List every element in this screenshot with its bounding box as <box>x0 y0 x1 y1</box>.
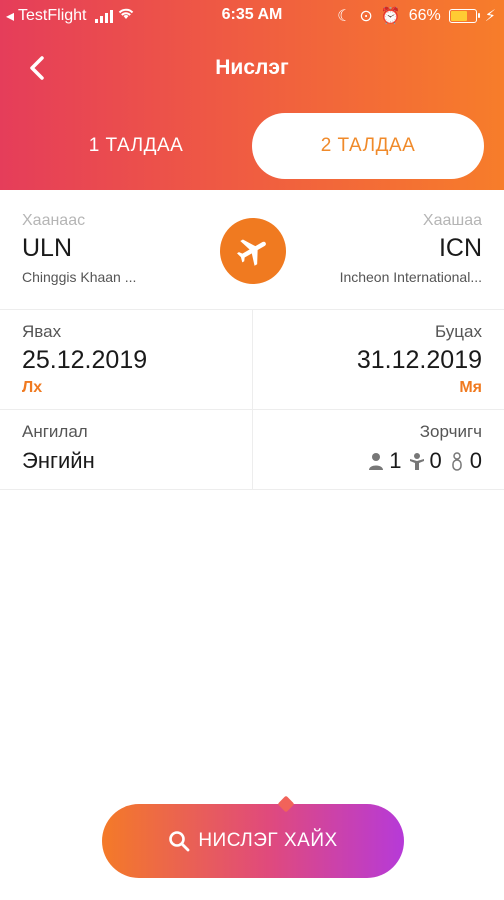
header: ◂ TestFlight 6:35 AM ☾ ⊙ ⏰ 66% ⚡ Нислэг … <box>0 0 504 190</box>
origin-code: ULN <box>22 234 73 262</box>
status-right: ☾ ⊙ ⏰ 66% ⚡ <box>337 6 496 26</box>
page-title: Нислэг <box>215 56 289 79</box>
destination-label: Хаашаа <box>422 212 482 229</box>
swap-route-button[interactable] <box>220 218 286 284</box>
adult-icon <box>369 453 384 470</box>
class-value: Энгийн <box>22 448 95 473</box>
moon-icon: ☾ <box>337 8 352 25</box>
class-selector[interactable]: Ангилал Энгийн <box>22 422 95 474</box>
passenger-label: Зорчигч <box>419 422 482 441</box>
rotation-lock-icon: ⊙ <box>359 8 373 25</box>
adult-count: 1 <box>367 448 402 474</box>
alarm-icon: ⏰ <box>380 8 401 25</box>
route-section: Хаанаас ULN Chinggis Khaan ... Хаашаа IC… <box>0 190 504 310</box>
depart-label: Явах <box>22 322 62 341</box>
adult-count-value: 1 <box>389 448 402 473</box>
return-day: Мя <box>459 379 482 396</box>
origin-airport: Chinggis Khaan ... <box>22 269 137 285</box>
child-icon <box>409 453 424 470</box>
status-bar: ◂ TestFlight 6:35 AM ☾ ⊙ ⏰ 66% ⚡ <box>0 0 504 32</box>
infant-icon <box>452 452 462 471</box>
destination-code: ICN <box>438 234 482 262</box>
class-passenger-section: Ангилал Энгийн Зорчигч 1 0 0 <box>0 410 504 490</box>
tab-one-way[interactable]: 1 ТАЛДАА <box>20 113 252 179</box>
destination-airport: Incheon International... <box>339 269 482 285</box>
return-date: 31.12.2019 <box>356 346 482 374</box>
class-label: Ангилал <box>22 422 88 441</box>
return-date-selector[interactable]: Буцах 31.12.2019 Мя <box>357 322 482 397</box>
passenger-selector[interactable]: Зорчигч 1 0 0 <box>367 422 482 474</box>
trip-type-tabs: 1 ТАЛДАА 2 ТАЛДАА <box>0 113 504 179</box>
search-flights-label: НИСЛЭГ ХАЙХ <box>198 830 338 851</box>
return-label: Буцах <box>435 322 482 341</box>
origin-selector[interactable]: Хаанаас ULN Chinggis Khaan ... <box>22 212 136 285</box>
child-count-value: 0 <box>429 448 442 473</box>
origin-label: Хаанаас <box>22 212 86 229</box>
depart-date-selector[interactable]: Явах 25.12.2019 Лх <box>22 322 147 397</box>
tab-round-trip[interactable]: 2 ТАЛДАА <box>252 113 484 179</box>
depart-date: 25.12.2019 <box>22 346 148 374</box>
battery-percent: 66% <box>408 7 441 24</box>
search-flights-button[interactable]: НИСЛЭГ ХАЙХ <box>102 804 404 878</box>
battery-icon <box>448 9 480 23</box>
divider <box>252 410 253 489</box>
child-count: 0 <box>408 448 442 474</box>
divider <box>252 310 253 409</box>
charging-icon: ⚡ <box>484 8 496 25</box>
search-icon <box>169 831 190 852</box>
navbar: Нислэг <box>0 40 504 96</box>
infant-count: 0 <box>448 448 482 474</box>
dates-section: Явах 25.12.2019 Лх Буцах 31.12.2019 Мя <box>0 310 504 410</box>
airplane-icon <box>237 239 266 266</box>
depart-day: Лх <box>22 379 43 396</box>
destination-selector[interactable]: Хаашаа ICN Incheon International... <box>340 212 482 285</box>
infant-count-value: 0 <box>469 448 482 473</box>
passenger-counts: 1 0 0 <box>367 448 482 474</box>
